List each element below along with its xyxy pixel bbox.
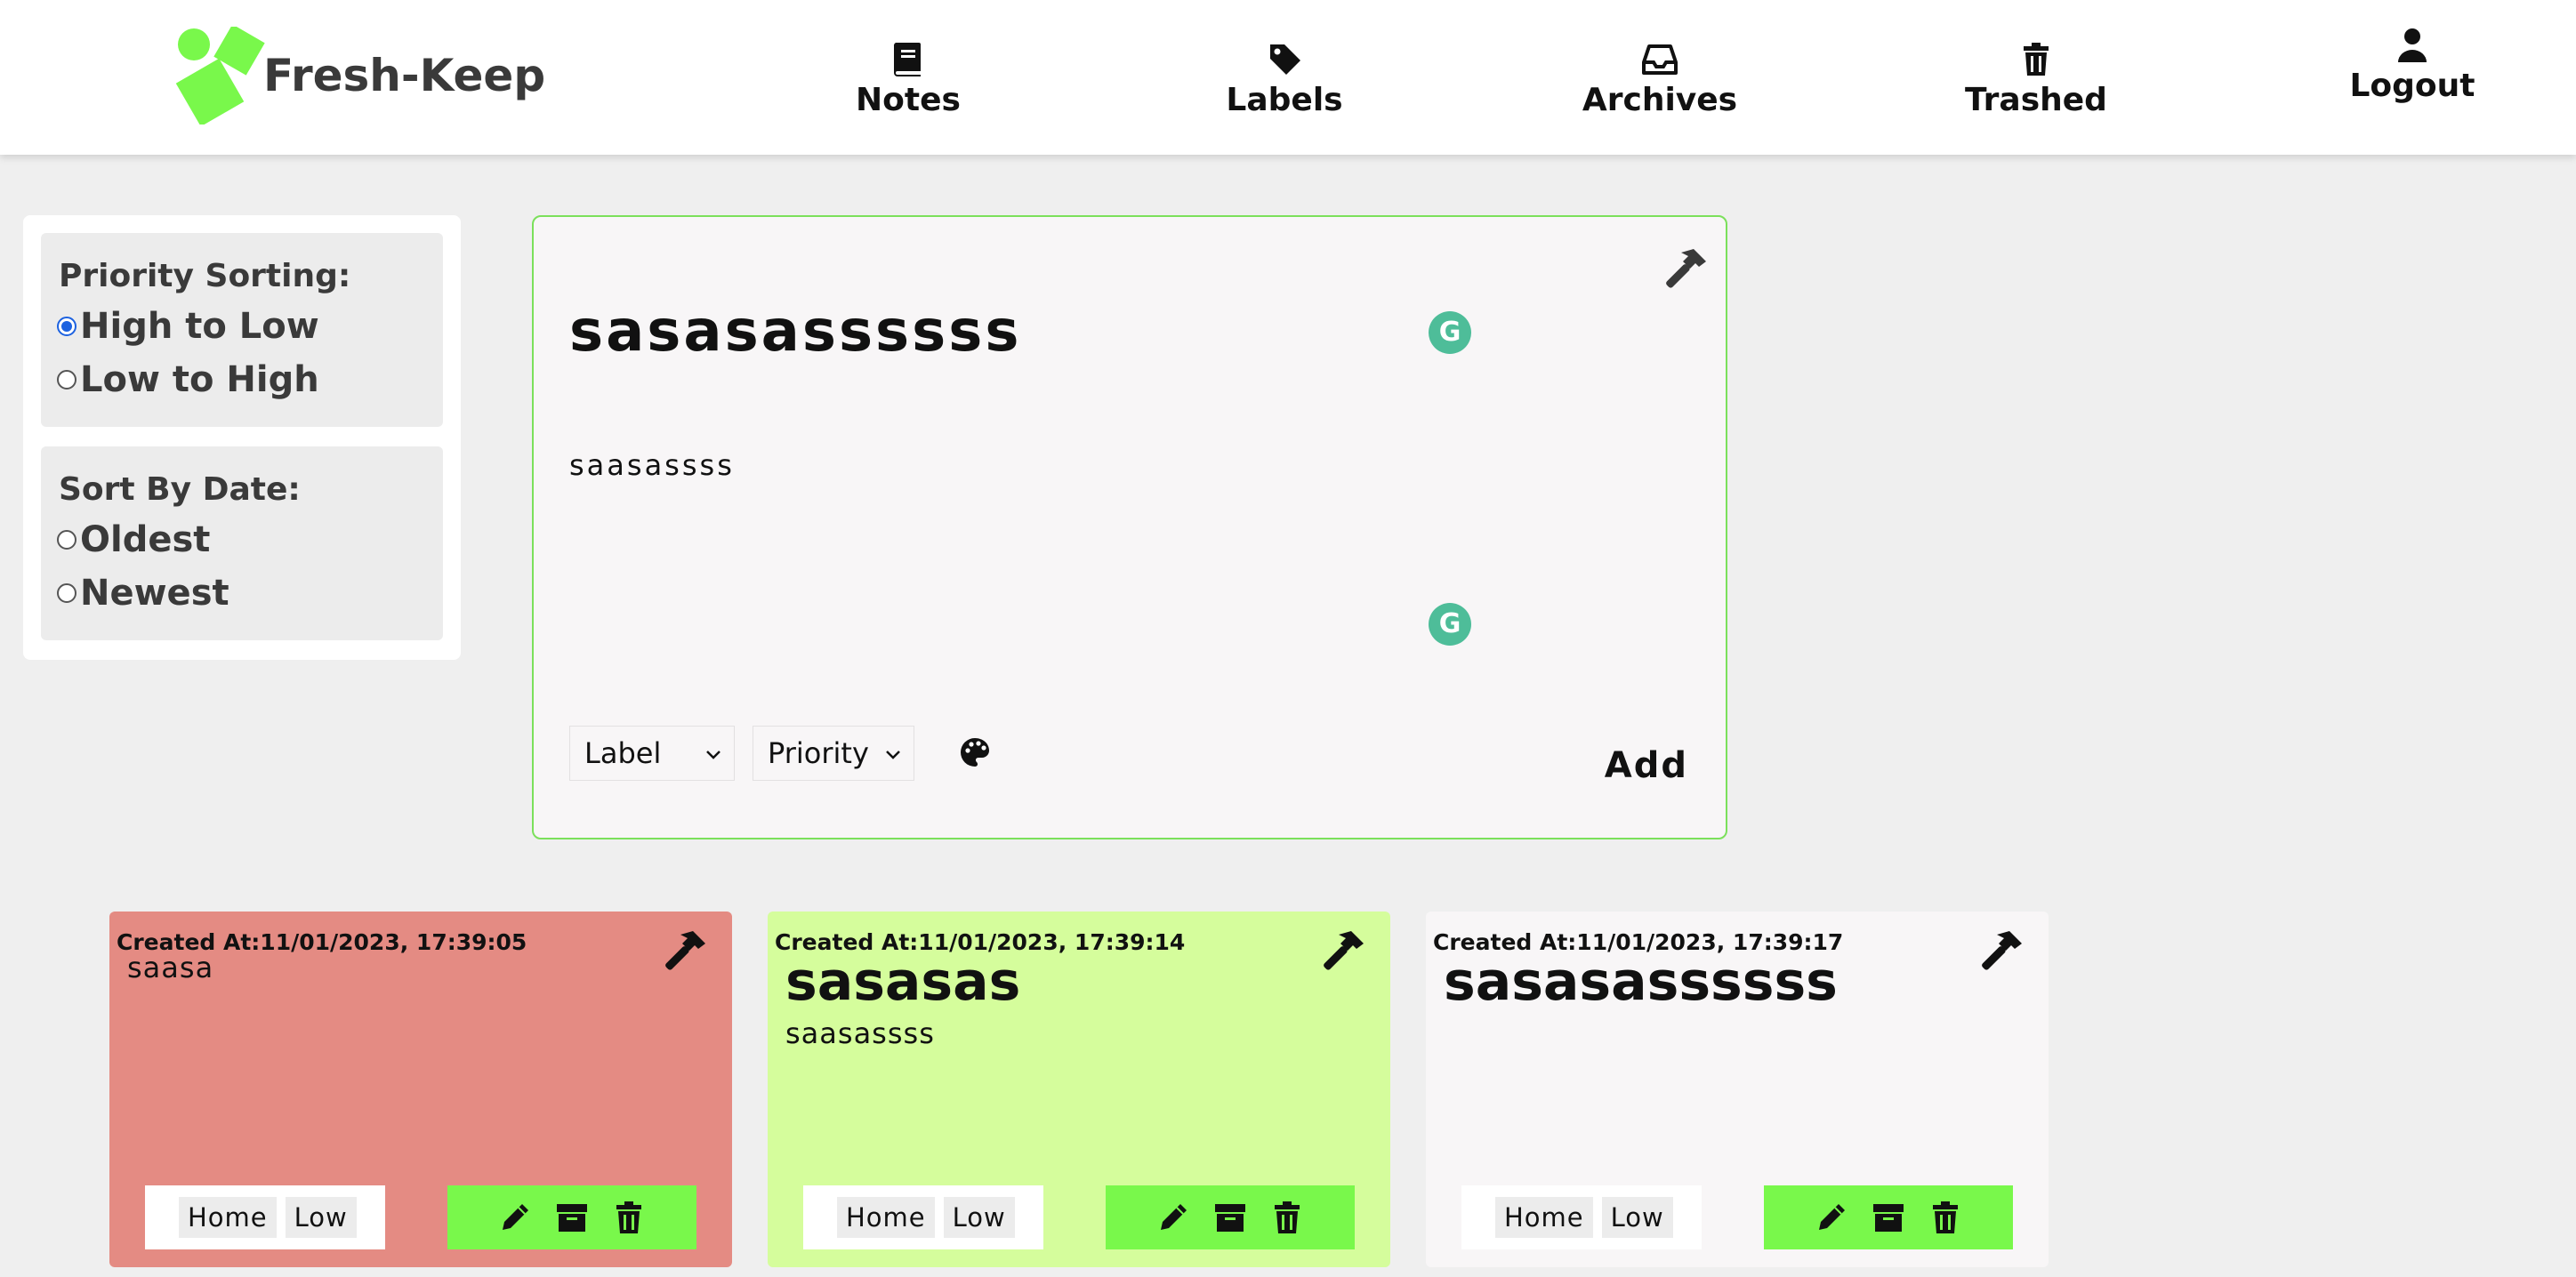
radio-button[interactable] bbox=[57, 370, 76, 390]
radio-label: Oldest bbox=[80, 519, 211, 560]
label-select-value: Label bbox=[584, 736, 662, 770]
grammarly-icon[interactable]: G bbox=[1429, 311, 1471, 354]
note-actions bbox=[1764, 1185, 2013, 1249]
priority-select-value: Priority bbox=[768, 736, 869, 770]
note-title: saasa bbox=[127, 951, 214, 984]
pencil-icon[interactable] bbox=[1155, 1200, 1191, 1235]
nav-trashed[interactable]: Trashed bbox=[1920, 39, 2152, 128]
inbox-icon bbox=[1642, 44, 1678, 75]
radio-oldest[interactable]: Oldest bbox=[57, 518, 210, 562]
tag-label[interactable]: Home bbox=[179, 1197, 277, 1238]
nav-trashed-label: Trashed bbox=[1965, 82, 2107, 118]
top-navbar: Fresh-Keep Notes Labels Archives Trashed bbox=[0, 0, 2576, 155]
archive-icon[interactable] bbox=[1212, 1200, 1248, 1235]
date-sort-box: Sort By Date: Oldest Newest bbox=[41, 446, 443, 640]
radio-high-to-low[interactable]: High to Low bbox=[57, 304, 319, 349]
sort-sidebar: Priority Sorting: High to Low Low to Hig… bbox=[23, 215, 461, 660]
chevron-down-icon bbox=[706, 751, 720, 759]
nav-notes[interactable]: Notes bbox=[793, 39, 1024, 128]
note-body: saasassss bbox=[785, 1016, 935, 1050]
tag-label[interactable]: Home bbox=[837, 1197, 935, 1238]
note-actions bbox=[1106, 1185, 1355, 1249]
date-sort-title: Sort By Date: bbox=[59, 471, 301, 508]
add-note-button[interactable]: Add bbox=[1605, 745, 1688, 786]
note-body-input[interactable]: saasassss bbox=[569, 448, 735, 482]
tag-priority[interactable]: Low bbox=[943, 1197, 1015, 1238]
radio-label: Newest bbox=[80, 573, 229, 614]
pencil-icon[interactable] bbox=[497, 1200, 533, 1235]
grammarly-icon[interactable]: G bbox=[1429, 603, 1471, 646]
note-title: sasasassssss bbox=[1444, 951, 1838, 1013]
note-actions bbox=[447, 1185, 696, 1249]
trash-icon[interactable] bbox=[1269, 1200, 1305, 1235]
archive-icon[interactable] bbox=[554, 1200, 590, 1235]
user-icon bbox=[2398, 28, 2427, 62]
priority-select[interactable]: Priority bbox=[753, 726, 914, 781]
trash-icon[interactable] bbox=[1928, 1200, 1963, 1235]
nav-notes-label: Notes bbox=[856, 82, 961, 118]
radio-label: High to Low bbox=[80, 306, 319, 347]
brand-name: Fresh-Keep bbox=[263, 50, 546, 101]
note-editor: sasasassssss G saasassss G Label Priorit… bbox=[532, 215, 1727, 839]
nav-labels[interactable]: Labels bbox=[1169, 39, 1400, 128]
label-select[interactable]: Label bbox=[569, 726, 735, 781]
chevron-down-icon bbox=[886, 751, 900, 759]
priority-sort-title: Priority Sorting: bbox=[59, 258, 351, 294]
radio-label: Low to High bbox=[80, 359, 319, 400]
radio-button[interactable] bbox=[57, 583, 76, 603]
note-tags: Home Low bbox=[145, 1185, 385, 1249]
priority-sort-box: Priority Sorting: High to Low Low to Hig… bbox=[41, 233, 443, 427]
nav-logout-label: Logout bbox=[2349, 68, 2475, 104]
nav-logout[interactable]: Logout bbox=[2297, 25, 2528, 114]
diamond-logo-icon bbox=[175, 27, 265, 124]
note-card[interactable]: Created At:11/01/2023, 17:39:05 saasa Ho… bbox=[109, 912, 732, 1267]
tag-priority[interactable]: Low bbox=[285, 1197, 357, 1238]
radio-button[interactable] bbox=[57, 530, 76, 550]
trash-icon bbox=[2024, 43, 2049, 76]
radio-newest[interactable]: Newest bbox=[57, 571, 229, 615]
radio-low-to-high[interactable]: Low to High bbox=[57, 357, 319, 402]
brand-logo[interactable]: Fresh-Keep bbox=[174, 27, 548, 124]
book-icon bbox=[893, 43, 921, 76]
nav-archives-label: Archives bbox=[1582, 82, 1738, 118]
hammer-icon[interactable] bbox=[1972, 926, 2025, 979]
archive-icon[interactable] bbox=[1871, 1200, 1906, 1235]
hammer-icon[interactable] bbox=[1656, 244, 1710, 297]
radio-button-checked[interactable] bbox=[57, 317, 76, 336]
nav-archives[interactable]: Archives bbox=[1544, 39, 1775, 128]
tag-label[interactable]: Home bbox=[1495, 1197, 1593, 1238]
nav-labels-label: Labels bbox=[1226, 82, 1343, 118]
tag-priority[interactable]: Low bbox=[1601, 1197, 1673, 1238]
palette-icon[interactable] bbox=[959, 736, 991, 768]
hammer-icon[interactable] bbox=[656, 926, 709, 979]
note-tags: Home Low bbox=[1461, 1185, 1702, 1249]
hammer-icon[interactable] bbox=[1314, 926, 1367, 979]
trash-icon[interactable] bbox=[611, 1200, 647, 1235]
note-tags: Home Low bbox=[803, 1185, 1043, 1249]
tag-icon bbox=[1270, 44, 1300, 75]
note-card[interactable]: Created At:11/01/2023, 17:39:17 sasasass… bbox=[1426, 912, 2049, 1267]
note-title-input[interactable]: sasasassssss bbox=[569, 299, 1021, 365]
pencil-icon[interactable] bbox=[1814, 1200, 1849, 1235]
note-card[interactable]: Created At:11/01/2023, 17:39:14 sasasas … bbox=[768, 912, 1390, 1267]
note-title: sasasas bbox=[785, 951, 1021, 1013]
